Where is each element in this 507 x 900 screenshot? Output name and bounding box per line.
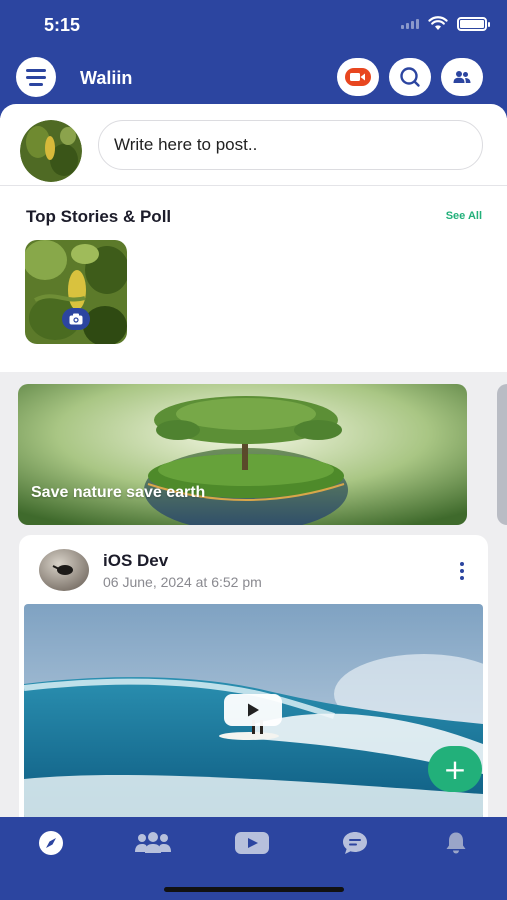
post-timestamp: 06 June, 2024 at 6:52 pm <box>103 574 262 590</box>
compass-icon <box>39 831 63 855</box>
battery-icon <box>457 16 490 31</box>
play-button[interactable] <box>224 694 282 726</box>
tab-messages[interactable] <box>340 826 370 860</box>
composer-section: Write here to post.. Top Stories & Poll … <box>0 104 507 372</box>
status-icons <box>401 16 490 31</box>
friends-button[interactable] <box>441 58 483 96</box>
home-indicator <box>164 887 344 892</box>
tab-notifications[interactable] <box>443 826 469 860</box>
video-camera-icon <box>345 68 371 86</box>
bell-icon <box>446 832 466 854</box>
people-icon <box>453 71 471 83</box>
tab-community[interactable] <box>133 826 173 860</box>
my-avatar[interactable] <box>20 120 82 182</box>
story-thumbnail[interactable] <box>25 240 127 344</box>
status-time: 5:15 <box>44 15 81 35</box>
next-banner-peek[interactable] <box>497 384 507 525</box>
menu-icon <box>26 68 46 72</box>
menu-button[interactable] <box>16 57 56 97</box>
app-title: Waliin <box>80 68 133 88</box>
post-options-button[interactable] <box>458 562 466 580</box>
cellular-signal-icon <box>401 18 419 29</box>
post-video[interactable] <box>24 604 483 819</box>
post-card: iOS Dev 06 June, 2024 at 6:52 pm <box>19 535 488 835</box>
more-vertical-icon <box>460 562 464 566</box>
wifi-icon <box>428 16 448 30</box>
post-author-name[interactable]: iOS Dev <box>103 551 168 571</box>
stories-title: Top Stories & Poll <box>26 207 172 226</box>
author-avatar[interactable] <box>39 549 89 591</box>
promo-banner[interactable]: Save nature save earth <box>18 384 467 525</box>
divider <box>0 185 507 186</box>
search-button[interactable] <box>389 58 431 96</box>
tab-videos[interactable] <box>234 826 270 860</box>
post-input[interactable]: Write here to post.. <box>98 120 483 170</box>
search-icon <box>400 67 420 87</box>
play-icon <box>248 703 259 717</box>
community-icon <box>135 832 171 853</box>
see-all-link[interactable]: See All <box>446 210 482 222</box>
tab-explore[interactable] <box>36 826 66 860</box>
chat-icon <box>343 832 367 854</box>
video-call-button[interactable] <box>337 58 379 96</box>
story-camera-button[interactable] <box>62 308 90 330</box>
create-post-fab[interactable]: + <box>428 746 482 792</box>
camera-icon <box>69 313 83 325</box>
video-icon <box>235 832 269 854</box>
bottom-tab-bar <box>0 817 507 900</box>
banner-caption: Save nature save earth <box>31 484 206 501</box>
top-app-bar: 5:15 Waliin <box>0 0 507 118</box>
